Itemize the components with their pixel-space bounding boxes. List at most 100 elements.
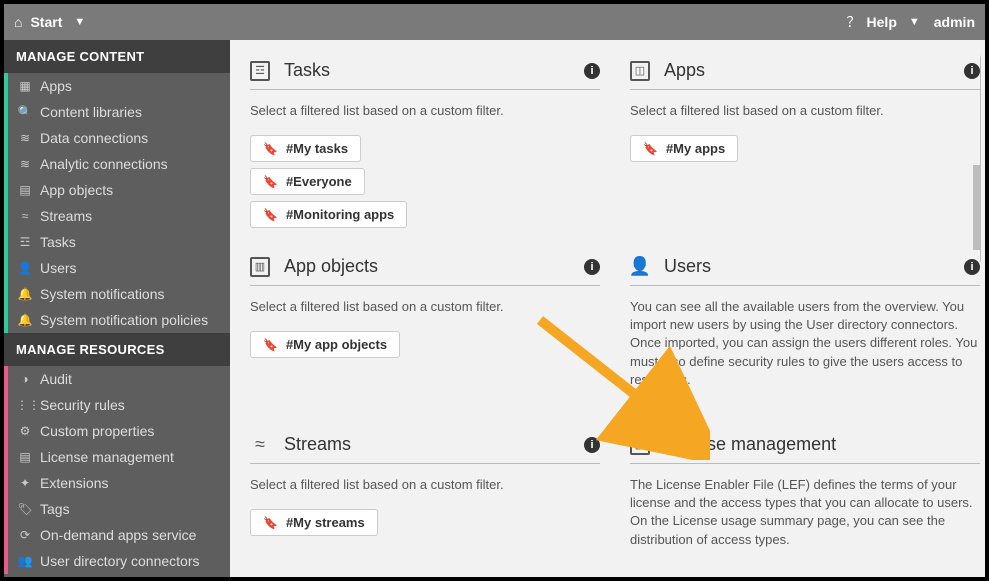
sidebar-item-analytic-connections[interactable]: ≋ Analytic connections bbox=[4, 151, 230, 177]
sidebar-item-system-notification-policies[interactable]: 🔔 System notification policies bbox=[4, 307, 230, 333]
sidebar-item-icon: ◑ bbox=[16, 372, 34, 386]
sidebar-item-tags[interactable]: 🏷Tags bbox=[4, 496, 230, 522]
card-title: App objects bbox=[284, 256, 584, 277]
info-icon[interactable]: i bbox=[584, 259, 600, 275]
sidebar-item-label: Streams bbox=[40, 208, 92, 224]
sidebar-item-label: Tasks bbox=[40, 234, 76, 250]
help-link[interactable]: Help bbox=[867, 14, 897, 30]
sidebar-item-icon: ≋ bbox=[16, 157, 34, 171]
sidebar-item-extensions[interactable]: ✦ Extensions bbox=[4, 470, 230, 496]
filter-pill[interactable]: 🔖 #Monitoring apps bbox=[250, 201, 407, 228]
filter-pill[interactable]: 🔖 #My streams bbox=[250, 509, 378, 536]
sidebar-item-icon: ≈ bbox=[16, 209, 34, 223]
card-license: ▤ License management The License Enabler… bbox=[630, 428, 980, 561]
sidebar-item-icon: ☲ bbox=[16, 235, 34, 249]
filter-pill[interactable]: 🔖 #My app objects bbox=[250, 331, 400, 358]
pill-label: #My app objects bbox=[286, 337, 387, 352]
card-title: Apps bbox=[664, 60, 964, 81]
sidebar-item-icon: 🔔 bbox=[16, 287, 34, 301]
sidebar-item-icon: 🔔 bbox=[16, 313, 34, 327]
pill-label: #Monitoring apps bbox=[286, 207, 394, 222]
sidebar-item-icon: ▤ bbox=[16, 183, 34, 197]
card-apps: ◫ Apps i Select a filtered list based on… bbox=[630, 54, 980, 165]
info-icon[interactable]: i bbox=[964, 63, 980, 79]
bookmark-icon: 🔖 bbox=[643, 142, 658, 156]
sidebar-item-icon: ⋮⋮ bbox=[16, 398, 34, 412]
sidebar: MANAGE CONTENT ▦ Apps 🔍 Content libraries ≋ D… bbox=[4, 40, 230, 577]
sidebar-item-apps[interactable]: ▦ Apps bbox=[4, 73, 230, 99]
card-title: License management bbox=[664, 434, 980, 455]
sidebar-item-label: Apps bbox=[40, 78, 72, 94]
sidebar-item-icon: ▤ bbox=[16, 450, 34, 464]
sidebar-item-license-management[interactable]: ▤License management bbox=[4, 444, 230, 470]
sidebar-item-label: Custom properties bbox=[40, 423, 154, 439]
pill-label: #My apps bbox=[666, 141, 725, 156]
sidebar-item-label: Extensions bbox=[40, 475, 108, 491]
sidebar-heading-content: MANAGE CONTENT bbox=[4, 40, 230, 73]
card-tasks: ☲ Tasks i Select a filtered list based o… bbox=[250, 54, 600, 231]
main-area: ☲ Tasks i Select a filtered list based o… bbox=[230, 40, 985, 577]
filter-pill[interactable]: 🔖 #My apps bbox=[630, 135, 738, 162]
sidebar-item-label: Data connections bbox=[40, 130, 148, 146]
apps-icon: ◫ bbox=[630, 61, 650, 81]
bookmark-icon: 🔖 bbox=[263, 338, 278, 352]
card-desc: Select a filtered list based on a custom… bbox=[250, 298, 600, 316]
sidebar-item-label: Analytic connections bbox=[40, 156, 168, 172]
sidebar-item-icon: 👥 bbox=[16, 554, 34, 568]
sidebar-item-custom-properties[interactable]: ⚙Custom properties bbox=[4, 418, 230, 444]
sidebar-item-icon: ⟳ bbox=[16, 528, 34, 542]
license-icon: ▤ bbox=[630, 435, 650, 455]
sidebar-item-icon: ▦ bbox=[16, 79, 34, 93]
sidebar-item-label: System notification policies bbox=[40, 312, 208, 328]
bookmark-icon: 🔖 bbox=[263, 175, 278, 189]
info-icon[interactable]: i bbox=[584, 437, 600, 453]
chevron-down-icon[interactable]: ▼ bbox=[74, 16, 85, 28]
sidebar-item-streams[interactable]: ≈ Streams bbox=[4, 203, 230, 229]
help-icon[interactable]: ？ bbox=[847, 12, 861, 32]
card-desc: Select a filtered list based on a custom… bbox=[630, 102, 980, 120]
appobjects-icon: ▥ bbox=[250, 257, 270, 277]
sidebar-item-label: Security rules bbox=[40, 397, 125, 413]
info-icon[interactable]: i bbox=[964, 259, 980, 275]
sidebar-item-users[interactable]: 👤 Users bbox=[4, 255, 230, 281]
card-users: 👤 Users i You can see all the available … bbox=[630, 250, 980, 401]
sidebar-item-icon: 🔍 bbox=[16, 105, 34, 119]
sidebar-item-data-connections[interactable]: ≋ Data connections bbox=[4, 125, 230, 151]
pill-label: #Everyone bbox=[286, 174, 352, 189]
sidebar-item-label: Content libraries bbox=[40, 104, 142, 120]
sidebar-item-tasks[interactable]: ☲ Tasks bbox=[4, 229, 230, 255]
sidebar-item-icon: ✦ bbox=[16, 476, 34, 490]
sidebar-item-content-libraries[interactable]: 🔍 Content libraries bbox=[4, 99, 230, 125]
users-icon: 👤 bbox=[630, 257, 650, 277]
sidebar-item-label: App objects bbox=[40, 182, 113, 198]
card-desc: The License Enabler File (LEF) defines t… bbox=[630, 476, 980, 549]
sidebar-item-icon: ≋ bbox=[16, 131, 34, 145]
bookmark-icon: 🔖 bbox=[263, 142, 278, 156]
sidebar-item-on-demand-apps-service[interactable]: ⟳On-demand apps service bbox=[4, 522, 230, 548]
pill-label: #My tasks bbox=[286, 141, 348, 156]
info-icon[interactable]: i bbox=[584, 63, 600, 79]
sidebar-item-user-directory-connectors[interactable]: 👥User directory connectors bbox=[4, 548, 230, 574]
sidebar-item-label: Users bbox=[40, 260, 77, 276]
card-title: Tasks bbox=[284, 60, 584, 81]
sidebar-item-label: Audit bbox=[40, 371, 72, 387]
sidebar-heading-resources: MANAGE RESOURCES bbox=[4, 333, 230, 366]
pill-label: #My streams bbox=[286, 515, 365, 530]
filter-pill[interactable]: 🔖 #My tasks bbox=[250, 135, 361, 162]
filter-pill[interactable]: 🔖 #Everyone bbox=[250, 168, 365, 195]
sidebar-item-system-notifications[interactable]: 🔔System notifications bbox=[4, 281, 230, 307]
sidebar-item-label: Tags bbox=[40, 501, 70, 517]
card-title: Users bbox=[664, 256, 964, 277]
home-icon[interactable]: ⌂ bbox=[14, 14, 22, 30]
bookmark-icon: 🔖 bbox=[263, 516, 278, 530]
sidebar-item-security-rules[interactable]: ⋮⋮ Security rules bbox=[4, 392, 230, 418]
chevron-down-icon[interactable]: ▼ bbox=[909, 16, 920, 28]
card-desc: Select a filtered list based on a custom… bbox=[250, 476, 600, 494]
sidebar-item-app-objects[interactable]: ▤ App objects bbox=[4, 177, 230, 203]
sidebar-item-icon: 👤 bbox=[16, 261, 34, 275]
sidebar-item-audit[interactable]: ◑ Audit bbox=[4, 366, 230, 392]
breadcrumb-title[interactable]: Start bbox=[30, 14, 62, 30]
bookmark-icon: 🔖 bbox=[263, 208, 278, 222]
card-desc: Select a filtered list based on a custom… bbox=[250, 102, 600, 120]
user-label[interactable]: admin bbox=[934, 14, 975, 30]
